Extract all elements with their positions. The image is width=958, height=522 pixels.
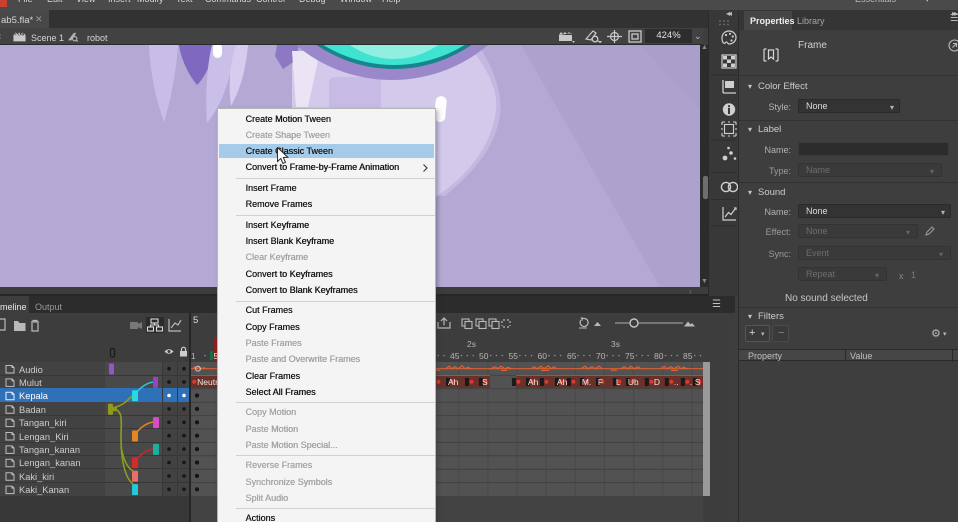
svg-text:S: S [695,377,701,387]
svg-text:Uh: Uh [628,377,639,387]
svg-text:Ah: Ah [557,377,568,387]
svg-text:L: L [616,377,621,387]
svg-text:S: S [482,377,488,387]
svg-text:F: F [598,377,603,387]
svg-text:.: . [690,377,692,387]
svg-text:Neutr: Neutr [197,377,218,387]
svg-text:.: . [589,377,591,387]
svg-text:.: . [654,377,656,387]
svg-text:..: .. [674,377,679,387]
svg-text:Ah: Ah [448,377,459,387]
svg-text:.: . [635,377,637,387]
svg-text:Ah: Ah [528,377,539,387]
